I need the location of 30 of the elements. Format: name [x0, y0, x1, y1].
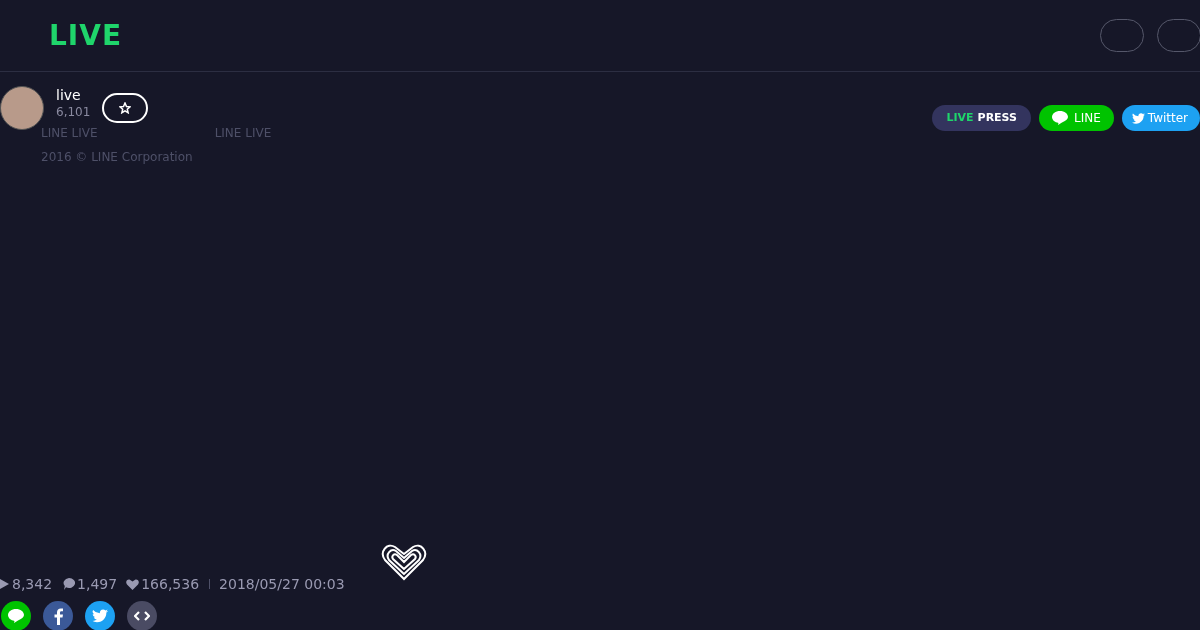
logo[interactable]: LIVE — [49, 21, 123, 50]
speech-bubble-icon — [8, 609, 24, 623]
embed-button[interactable] — [127, 601, 157, 630]
follower-count: 6,101 — [56, 105, 91, 119]
like-count: 166,536 — [141, 575, 200, 593]
facebook-share-button[interactable] — [43, 601, 73, 630]
twitter-button[interactable]: Twitter — [1121, 105, 1200, 131]
play-icon — [0, 579, 9, 589]
twitter-share-button[interactable] — [85, 601, 115, 630]
footer-link[interactable]: LINE LIVE — [214, 124, 272, 142]
speech-bubble-icon — [1052, 111, 1068, 125]
line-share-button[interactable] — [1, 601, 31, 630]
avatar[interactable] — [0, 86, 44, 130]
bird-icon — [1131, 112, 1145, 124]
live-press-button[interactable]: LIVE PRESS — [932, 105, 1031, 131]
footer-link[interactable]: LINE LIVE — [41, 124, 98, 142]
bird-icon — [92, 609, 108, 623]
channel-name[interactable]: live — [56, 86, 91, 104]
facebook-icon — [53, 607, 63, 625]
star-icon — [119, 102, 132, 114]
code-icon — [134, 611, 150, 621]
follow-button[interactable] — [102, 93, 149, 123]
heart-icon — [126, 578, 140, 590]
heart-icon[interactable] — [381, 544, 427, 581]
line-button[interactable]: LINE — [1039, 105, 1114, 131]
comment-count: 1,497 — [77, 575, 118, 593]
comment-icon — [63, 578, 76, 590]
copyright-text: 2016 © LINE Corporation — [41, 149, 194, 166]
broadcast-date: 2018/05/27 00:03 — [219, 575, 345, 593]
view-count: 8,342 — [12, 575, 53, 593]
